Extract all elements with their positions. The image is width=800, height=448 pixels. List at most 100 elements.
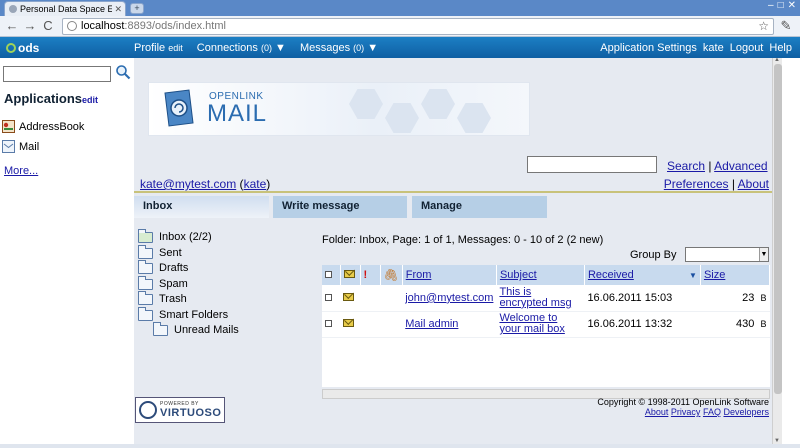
messages-menu[interactable]: Messages (0) ▼ [300,42,378,54]
applications-sidebar: Applications edit AddressBook Mail More.… [0,58,134,444]
table-row[interactable]: Mail admin Welcome to your mail box 16.0… [322,311,770,338]
profile-edit-link[interactable]: edit [168,43,183,53]
footer-about-link[interactable]: About [645,407,669,417]
scrollbar-thumb[interactable] [774,64,782,394]
browser-tab[interactable]: Personal Data Space Exp ✕ [4,1,126,16]
envelope-icon[interactable] [343,270,355,278]
connections-dropdown-icon: ▼ [275,41,286,54]
folder-inbox[interactable]: Inbox (2/2) [138,228,212,243]
tab-manage[interactable]: Manage [412,196,547,218]
new-tab-button[interactable]: + [130,3,144,14]
reload-button[interactable]: C [40,18,56,34]
folder-icon [138,275,153,290]
close-tab-icon[interactable]: ✕ [114,4,125,15]
footer-developers-link[interactable]: Developers [723,407,769,417]
footer-privacy-link[interactable]: Privacy [671,407,701,417]
folder-smart-folders[interactable]: Smart Folders [138,306,229,321]
more-applications-link[interactable]: More... [4,165,38,177]
maximize-icon[interactable]: □ [778,0,784,11]
row-checkbox[interactable] [325,320,332,327]
preferences-link[interactable]: Preferences [664,177,729,191]
banner-brand-name: MAIL [207,100,268,127]
globe-icon [67,21,77,31]
row-select-cell [322,311,340,338]
row-from-cell: Mail admin [402,311,497,338]
footer-links: About Privacy FAQ Developers [597,407,769,417]
search-icon[interactable] [115,64,131,80]
folder-icon [138,244,153,259]
sidebar-item-mail[interactable]: Mail [2,140,39,153]
search-link[interactable]: Search [667,159,705,173]
application-settings-link[interactable]: Application Settings [600,42,697,54]
help-link[interactable]: Help [769,42,792,54]
folder-label: Drafts [159,262,189,274]
select-all-checkbox[interactable] [325,271,332,278]
scroll-up-icon[interactable]: ▲ [774,57,780,63]
logout-link[interactable]: Logout [730,42,764,54]
forward-button[interactable]: → [22,18,38,34]
folder-label: Smart Folders [159,309,229,321]
folder-label: Unread Mails [174,324,239,336]
folder-trash[interactable]: Trash [138,290,187,305]
about-link[interactable]: About [738,177,769,191]
profile-menu[interactable]: Profile edit [134,42,183,54]
sort-from-link[interactable]: From [406,269,432,281]
message-subject-link[interactable]: This is encrypted msg [499,286,571,309]
profile-label: Profile [134,41,166,54]
footer-faq-link[interactable]: FAQ [703,407,721,417]
url-path: :8893/ods/index.html [124,20,226,32]
applications-edit-link[interactable]: edit [82,95,98,105]
bookmark-star-icon[interactable]: ☆ [758,19,769,33]
message-subject-link[interactable]: Welcome to your mail box [499,312,564,335]
page-right-margin [782,58,800,444]
sort-received-link[interactable]: Received [588,269,634,281]
advanced-search-link[interactable]: Advanced [714,159,767,173]
chevron-down-icon[interactable]: ▼ [759,248,768,261]
empty-cell [322,337,770,387]
link-separator: | [708,159,712,173]
attachment-icon[interactable]: 🖇 [384,268,399,282]
mail-search-input[interactable] [527,156,657,173]
folder-sent[interactable]: Sent [138,244,182,259]
group-by-select[interactable]: ▼ [685,247,769,262]
table-row[interactable]: john@mytest.com This is encrypted msg 16… [322,285,770,312]
footer-copyright: Copyright © 1998-2011 OpenLink Software … [597,397,769,417]
sidebar-item-label: AddressBook [19,120,85,133]
sort-size-link[interactable]: Size [704,269,725,281]
sidebar-search-input[interactable] [3,66,111,82]
row-checkbox[interactable] [325,293,332,301]
folder-unread-mails[interactable]: Unread Mails [153,321,239,336]
ods-logo[interactable]: ods [6,41,134,55]
sidebar-item-addressbook[interactable]: AddressBook [2,120,84,133]
folder-tree: Inbox (2/2) Sent Drafts Spam Trash Smart… [134,219,314,399]
message-from-link[interactable]: Mail admin [405,318,458,330]
back-button[interactable]: ← [4,18,20,34]
openlink-mail-banner: OPENLINK MAIL [148,82,530,136]
ods-logo-icon [6,42,16,53]
openlink-mail-logo-icon [164,89,194,127]
connections-menu[interactable]: Connections (0) ▼ [197,42,286,54]
received-column: Received ▼ [584,265,701,285]
tab-inbox[interactable]: Inbox [134,196,269,218]
sort-descending-icon[interactable]: ▼ [689,271,697,280]
message-from-link[interactable]: john@mytest.com [405,292,493,304]
folder-spam[interactable]: Spam [138,275,188,290]
wrench-menu-icon[interactable]: ✎ [778,18,794,34]
powered-by-text: POWERED BY VIRTUOSO [160,401,221,419]
message-size: 430 [736,318,755,330]
user-name-link[interactable]: kate [244,177,267,191]
minimize-icon[interactable]: – [768,0,774,11]
user-email-link[interactable]: kate@mytest.com [140,177,236,191]
sort-subject-link[interactable]: Subject [500,269,537,281]
page-vertical-scrollbar[interactable]: ▲ ▼ [772,57,782,444]
tab-write-message[interactable]: Write message [273,196,407,218]
folder-drafts[interactable]: Drafts [138,259,189,274]
priority-icon[interactable]: ! [364,269,368,281]
address-bar[interactable]: localhost:8893/ods/index.html ☆ [62,17,774,35]
powered-by-virtuoso-badge[interactable]: POWERED BY VIRTUOSO [135,397,225,423]
row-status-cell [340,285,360,312]
folder-icon [138,306,153,321]
row-size-cell: 430 B [700,311,770,338]
user-link[interactable]: kate [703,42,724,54]
close-window-icon[interactable]: ✕ [788,0,796,11]
